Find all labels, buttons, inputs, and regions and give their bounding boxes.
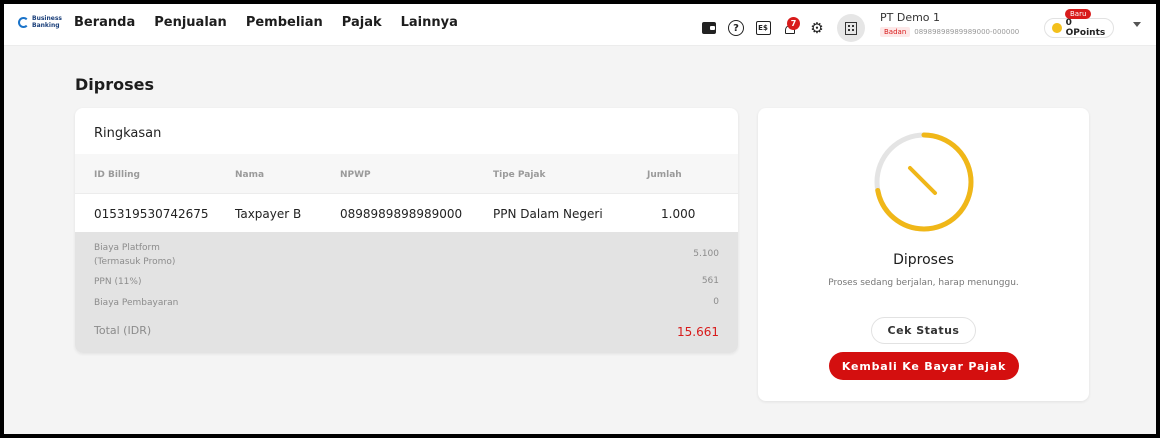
header-icons: ? E$ 7 ⚙: [700, 14, 865, 42]
summary-title: Ringkasan: [94, 126, 162, 141]
column-nama: Nama: [235, 170, 265, 180]
page-title: Diproses: [75, 75, 154, 94]
company-name: PT Demo 1: [880, 11, 941, 24]
summary-card: Ringkasan ID Billing Nama NPWP Tipe Paja…: [75, 108, 738, 353]
main-nav: Beranda Penjualan Pembelian Pajak Lainny…: [74, 15, 477, 30]
total-value: 15.661: [677, 325, 719, 339]
fee-payment-value: 0: [713, 297, 719, 307]
nav-lainnya[interactable]: Lainnya: [401, 15, 458, 30]
fee-breakdown: Biaya Platform (Termasuk Promo) 5.100 PP…: [75, 232, 738, 353]
column-jumlah: Jumlah: [647, 170, 682, 180]
chevron-down-icon[interactable]: [1133, 22, 1141, 27]
check-status-button[interactable]: Cek Status: [871, 317, 976, 344]
receipt-icon[interactable]: E$: [754, 19, 772, 37]
progress-spinner-icon: [874, 132, 974, 232]
status-card: Diproses Proses sedang berjalan, harap m…: [758, 108, 1089, 401]
spinner-hand: [908, 166, 937, 195]
new-badge: Baru: [1065, 9, 1092, 19]
total-label: Total (IDR): [94, 324, 152, 337]
company-npwp: 08989898989989000-000000: [914, 28, 1020, 36]
nav-beranda[interactable]: Beranda: [74, 15, 135, 30]
entity-type-badge: Badan: [880, 27, 911, 37]
column-tipe-pajak: Tipe Pajak: [493, 170, 546, 180]
business-banking-logo[interactable]: Business Banking: [18, 15, 62, 29]
nav-pajak[interactable]: Pajak: [342, 15, 382, 30]
wallet-icon[interactable]: [700, 19, 718, 37]
help-icon[interactable]: ?: [727, 19, 745, 37]
nav-penjualan[interactable]: Penjualan: [154, 15, 227, 30]
logo-text-line2: Banking: [32, 22, 60, 29]
gear-icon[interactable]: ⚙: [808, 19, 826, 37]
bell-icon[interactable]: 7: [781, 17, 800, 37]
cell-jumlah: 1.000: [661, 207, 696, 221]
status-title: Diproses: [893, 252, 954, 268]
cell-npwp: 0898989898989000: [340, 207, 463, 221]
logo-mark-icon: [18, 16, 29, 28]
coin-icon: [1052, 23, 1062, 33]
top-navigation-bar: Business Banking Beranda Penjualan Pembe…: [4, 4, 1156, 46]
column-npwp: NPWP: [340, 170, 371, 180]
fee-platform-label: Biaya Platform (Termasuk Promo): [94, 243, 176, 267]
table-row: 015319530742675 Taxpayer B 0898989898989…: [75, 194, 738, 232]
notification-badge: 7: [787, 17, 800, 30]
column-id-billing: ID Billing: [94, 170, 141, 180]
fee-platform-value: 5.100: [693, 249, 719, 259]
points-label: 0 OPoints: [1065, 18, 1106, 38]
cell-nama: Taxpayer B: [235, 207, 302, 221]
company-building-icon[interactable]: [837, 14, 865, 42]
fee-ppn-label: PPN (11%): [94, 277, 142, 287]
status-description: Proses sedang berjalan, harap menunggu.: [828, 278, 1019, 288]
points-button[interactable]: 0 OPoints: [1044, 18, 1114, 38]
back-to-pay-tax-button[interactable]: Kembali Ke Bayar Pajak: [829, 352, 1019, 380]
table-header: ID Billing Nama NPWP Tipe Pajak Jumlah: [75, 154, 738, 194]
logo-text-line1: Business: [32, 15, 62, 22]
fee-payment-label: Biaya Pembayaran: [94, 298, 179, 308]
app-window: Business Banking Beranda Penjualan Pembe…: [4, 4, 1156, 434]
fee-ppn-value: 561: [701, 276, 719, 286]
company-switcher[interactable]: PT Demo 1 Badan 08989898989989000-000000: [880, 11, 1019, 37]
nav-pembelian[interactable]: Pembelian: [246, 15, 323, 30]
cell-id-billing: 015319530742675: [94, 207, 209, 221]
cell-tipe-pajak: PPN Dalam Negeri: [493, 207, 603, 221]
